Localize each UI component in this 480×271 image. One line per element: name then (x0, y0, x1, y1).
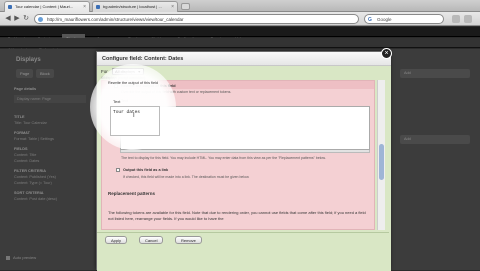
sidebar-heading: FIELDS (14, 147, 28, 151)
checkbox-icon (6, 255, 10, 260)
favicon-icon (96, 5, 100, 9)
sidebar-link[interactable]: Content: Title (14, 153, 86, 158)
cancel-button[interactable]: Cancel (139, 236, 164, 244)
sidebar-heading: FORMAT (14, 131, 30, 135)
home-icon[interactable] (452, 15, 460, 23)
search-placeholder: Google (377, 17, 392, 22)
close-icon[interactable]: × (381, 48, 392, 59)
forward-icon[interactable]: ▶ (13, 15, 21, 23)
page-title: Displays (16, 57, 41, 63)
browser-tab-bar: Tour calendar | Content | Mauri... × bg:… (0, 0, 480, 12)
sidebar-link[interactable]: Content: Type (= Tour) (14, 181, 86, 186)
reload-icon[interactable]: ↻ (22, 15, 30, 23)
browser-toolbar: ◀ ▶ ↻ http://m_mauriflowers.com/admin/st… (0, 12, 480, 26)
sidebar-link[interactable]: Title: Tour Calendar (14, 121, 86, 126)
site-icon (38, 17, 43, 22)
link-checkbox[interactable] (116, 168, 120, 172)
link-option: Output this field as a link (116, 168, 168, 172)
browser-tab-label: bg:admin/structure | localhost | ... (103, 4, 162, 9)
magnified-rewrite-label: Rewrite the output of this field (108, 81, 159, 85)
browser-tab-label: Tour calendar | Content | Mauri... (15, 4, 74, 9)
remove-button[interactable]: Remove (175, 236, 202, 244)
magnified-text-label: Text (113, 99, 121, 104)
replacement-patterns-description: The following tokens are available for t… (108, 210, 366, 221)
favicon-icon (8, 5, 12, 9)
auto-preview-toggle[interactable]: Auto preview (6, 255, 36, 260)
sidebar-row[interactable]: Display name: Page (14, 95, 86, 103)
magnified-text-value: Tour dates (113, 110, 141, 115)
back-icon[interactable]: ◀ (4, 15, 12, 23)
search-engine-icon: G (368, 17, 372, 23)
add-button[interactable]: Add (400, 135, 470, 144)
close-tab-icon[interactable]: × (171, 2, 174, 12)
sidebar-link[interactable]: Content: Dates (14, 159, 86, 164)
sidebar-heading: Page details (14, 87, 37, 91)
text-description: The text to display for this field. You … (121, 156, 326, 160)
display-tab[interactable]: Page (16, 69, 34, 78)
sidebar-heading: SORT CRITERIA (14, 191, 44, 195)
sidebar-link[interactable]: Content: Post date (desc) (14, 197, 86, 202)
browser-tab-active[interactable]: Tour calendar | Content | Mauri... × (4, 1, 90, 12)
url-text: http://m_mauriflowers.com/admin/structur… (47, 17, 184, 22)
dialog-footer: Apply Cancel Remove (97, 232, 389, 246)
close-tab-icon[interactable]: × (83, 2, 86, 12)
search-input[interactable]: G Google (364, 14, 444, 24)
scroll-thumb[interactable] (379, 144, 384, 180)
shortcut-bar: Add content Find content (0, 38, 480, 52)
sidebar-link[interactable]: Format: Table | Settings (14, 137, 86, 142)
browser-tab[interactable]: bg:admin/structure | localhost | ... × (92, 1, 178, 12)
link-label: Output this field as a link (123, 168, 169, 172)
add-button[interactable]: Add (400, 69, 470, 78)
menu-icon[interactable] (464, 15, 472, 23)
sidebar-heading: TITLE (14, 115, 25, 119)
text-cursor-icon: I (133, 113, 135, 119)
address-bar[interactable]: http://m_mauriflowers.com/admin/structur… (34, 14, 359, 24)
auto-preview-label: Auto preview (13, 255, 37, 260)
link-description: If checked, this field will be made into… (123, 175, 250, 179)
sidebar-link[interactable]: Content: Published (Yes) (14, 175, 86, 180)
admin-toolbar: Dashboard Content Structure Appearance P… (0, 27, 480, 44)
dialog-scrollbar[interactable] (377, 80, 385, 230)
resize-handle[interactable] (120, 150, 370, 153)
sidebar-heading: FILTER CRITERIA (14, 169, 46, 173)
display-tab[interactable]: Block (36, 69, 54, 78)
apply-button[interactable]: Apply (105, 236, 128, 244)
new-tab-button[interactable] (181, 3, 190, 10)
replacement-patterns-heading: Replacement patterns (108, 191, 156, 196)
